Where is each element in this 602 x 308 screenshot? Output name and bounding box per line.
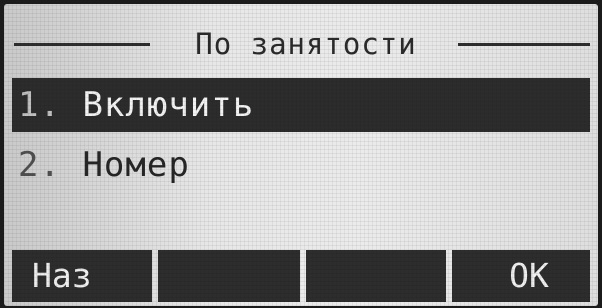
title-rule-right: [458, 43, 590, 46]
menu-item-enable[interactable]: 1. Включить: [12, 78, 590, 132]
softkey-2-blank[interactable]: [158, 250, 300, 302]
softkey-3-blank[interactable]: [306, 250, 446, 302]
back-softkey[interactable]: Наз: [12, 250, 152, 302]
softkey-bar: Наз ОК: [12, 250, 590, 302]
menu-item-label: Включить: [82, 85, 255, 125]
ok-softkey[interactable]: ОК: [452, 250, 590, 302]
title-rule-left: [14, 43, 150, 46]
title-bar: По занятости: [14, 24, 590, 64]
screen-title: По занятости: [195, 27, 417, 61]
menu-item-number: 2.: [18, 145, 61, 185]
menu-item-label: Номер: [82, 145, 190, 185]
menu-item-number: 1.: [18, 85, 61, 125]
menu-item-number-entry[interactable]: 2. Номер: [12, 138, 590, 192]
lcd-screen: По занятости 1. Включить 2. Номер Наз ОК: [4, 4, 598, 306]
